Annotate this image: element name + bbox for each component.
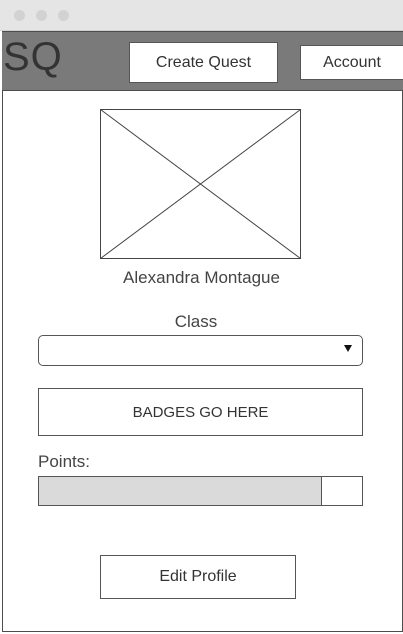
points-label: Points: (38, 452, 90, 471)
profile-name: Alexandra Montague (123, 268, 280, 287)
window-minimize-dot[interactable] (36, 10, 47, 21)
dropdown-arrow-icon (344, 345, 352, 352)
points-progress-bar (38, 476, 363, 506)
app-logo[interactable]: SQ (3, 35, 63, 79)
window-maximize-dot[interactable] (58, 10, 69, 21)
window-close-dot[interactable] (14, 10, 25, 21)
badges-area: BADGES GO HERE (38, 388, 363, 436)
create-quest-button[interactable]: Create Quest (129, 42, 278, 83)
edit-profile-button[interactable]: Edit Profile (100, 555, 296, 599)
class-select[interactable] (38, 335, 363, 366)
class-label: Class (174, 312, 218, 331)
account-button[interactable]: Account (300, 45, 403, 80)
points-progress-fill (39, 477, 322, 505)
window-titlebar (0, 0, 403, 31)
app-window: SQ Create Quest Account Alexandra Montag… (0, 0, 403, 634)
profile-image-placeholder-icon (100, 109, 301, 259)
